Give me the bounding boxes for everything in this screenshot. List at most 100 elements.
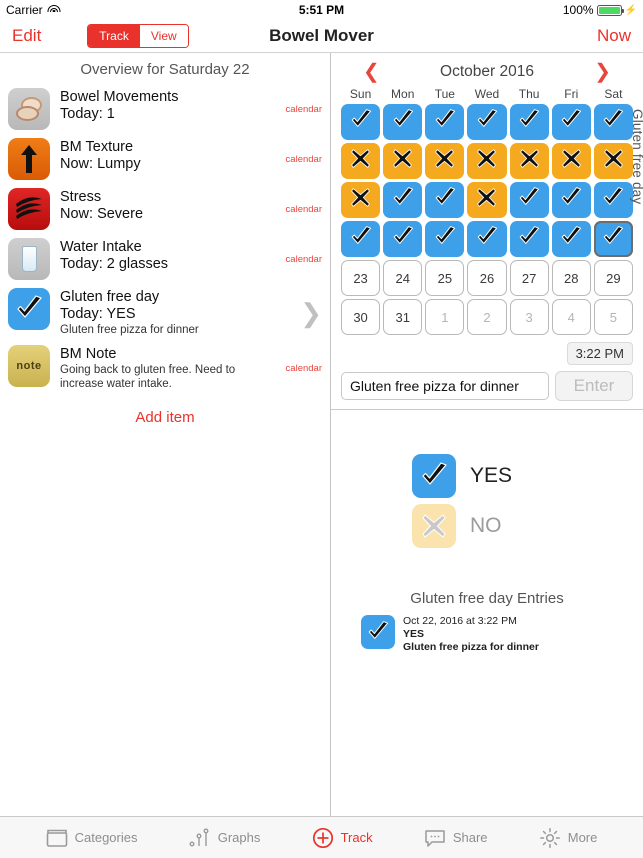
cross-icon — [561, 148, 582, 174]
calendar-day-cell[interactable] — [425, 143, 465, 179]
overview-item-row[interactable]: Water Intake Today: 2 glasses calendar — [0, 234, 330, 284]
enter-button[interactable]: Enter — [555, 371, 633, 401]
overview-item-text: Water Intake Today: 2 glasses — [60, 238, 280, 273]
now-button[interactable]: Now — [597, 26, 631, 46]
overview-item-row[interactable]: Bowel Movements Today: 1 calendar — [0, 84, 330, 134]
tab-more[interactable]: More — [539, 827, 597, 849]
box-icon — [46, 828, 68, 848]
calendar-day-cell[interactable] — [341, 143, 381, 179]
status-bar-right: 100% ⚡ — [563, 3, 637, 17]
cross-icon — [519, 148, 540, 174]
tab-label: Categories — [74, 830, 138, 845]
calendar-day-cell[interactable]: 26 — [467, 260, 507, 296]
lightning-bolt-icon: ⚡ — [624, 4, 637, 16]
calendar-link[interactable]: calendar — [286, 363, 322, 374]
calendar-day-cell[interactable] — [509, 182, 549, 218]
gear-icon — [539, 827, 561, 849]
chevron-left-icon[interactable]: ❮ — [363, 62, 380, 82]
calendar-day-cell[interactable] — [425, 182, 465, 218]
cross-icon — [603, 148, 624, 174]
chevron-right-icon[interactable]: ❯ — [300, 300, 322, 326]
calendar-day-cell[interactable] — [509, 104, 549, 140]
calendar-day-cell[interactable] — [383, 221, 423, 257]
calendar-day-cell[interactable]: 5 — [593, 299, 633, 335]
calendar-day-cell[interactable] — [593, 143, 633, 179]
note-icon: note — [8, 345, 50, 387]
tab-share[interactable]: Share — [424, 828, 488, 848]
tab-categories[interactable]: Categories — [46, 828, 138, 848]
tab-graphs[interactable]: Graphs — [189, 828, 260, 848]
calendar-day-cell[interactable] — [425, 221, 465, 257]
entry-controls: Enter — [341, 371, 633, 401]
choice-no[interactable]: NO — [412, 504, 562, 548]
overview-item-row[interactable]: Stress Now: Severe calendar — [0, 184, 330, 234]
entry-note-input[interactable] — [341, 372, 549, 400]
overview-title: Overview for Saturday 22 — [80, 61, 250, 78]
calendar-day-cell[interactable] — [467, 104, 507, 140]
calendar-day-cell[interactable] — [593, 221, 633, 257]
entry-time-button[interactable]: 3:22 PM — [566, 342, 633, 365]
calendar-day-cell[interactable] — [551, 182, 591, 218]
calendar-day-number: 30 — [353, 309, 368, 325]
calendar-day-cell[interactable] — [509, 143, 549, 179]
calendar-day-cell[interactable]: 28 — [551, 260, 591, 296]
calendar-day-cell[interactable] — [551, 221, 591, 257]
segment-view[interactable]: View — [139, 25, 188, 47]
overview-item-row[interactable]: Gluten free day Today: YES Gluten free piz… — [0, 284, 330, 341]
add-item-button[interactable]: Add item — [0, 395, 330, 440]
calendar-day-cell[interactable] — [425, 104, 465, 140]
calendar-day-cell[interactable]: 25 — [425, 260, 465, 296]
calendar-day-header: Sat — [604, 87, 623, 101]
calendar-day-cell[interactable]: 30 — [341, 299, 381, 335]
calendar-day-cell[interactable] — [341, 104, 381, 140]
calendar-day-cell[interactable]: 3 — [509, 299, 549, 335]
track-view-segmented-control[interactable]: Track View — [87, 24, 189, 48]
calendar-day-cell[interactable]: 23 — [341, 260, 381, 296]
entry-timestamp: Oct 22, 2016 at 3:22 PM — [403, 615, 517, 627]
calendar-day-cell[interactable]: 1 — [425, 299, 465, 335]
calendar-week-row: 30 31 1 2 3 4 5 — [341, 299, 633, 338]
calendar-day-cell[interactable]: 2 — [467, 299, 507, 335]
calendar-day-cell[interactable] — [341, 182, 381, 218]
overview-item-title: Stress — [60, 189, 102, 205]
calendar-day-cell[interactable] — [467, 221, 507, 257]
calendar-day-cell[interactable]: 27 — [509, 260, 549, 296]
calendar-day-number: 23 — [353, 270, 368, 286]
calendar-day-cell[interactable] — [341, 221, 381, 257]
calendar-day-cell[interactable]: 4 — [551, 299, 591, 335]
calendar-day-cell[interactable] — [383, 182, 423, 218]
water-glass-icon — [8, 238, 50, 280]
calendar-day-cell[interactable] — [509, 221, 549, 257]
checkmark-icon — [475, 225, 499, 254]
calendar-day-cell[interactable]: 24 — [383, 260, 423, 296]
calendar-link[interactable]: calendar — [286, 154, 322, 165]
calendar-link[interactable]: calendar — [286, 254, 322, 265]
entry-row[interactable]: Oct 22, 2016 at 3:22 PM YES Gluten free pi… — [331, 607, 643, 654]
calendar-day-cell[interactable] — [593, 182, 633, 218]
tab-track[interactable]: Track — [312, 827, 373, 849]
tab-label: Track — [340, 830, 373, 845]
calendar-day-cell[interactable] — [383, 143, 423, 179]
calendar-day-cell[interactable] — [383, 104, 423, 140]
calendar-day-cell[interactable] — [593, 104, 633, 140]
calendar-day-cell[interactable] — [551, 143, 591, 179]
chevron-right-icon[interactable]: ❯ — [594, 62, 611, 82]
calendar-header: ❮ October 2016 ❯ — [341, 59, 633, 85]
segment-track[interactable]: Track — [88, 25, 140, 47]
battery-percent-label: 100% — [562, 3, 594, 17]
calendar-week-row — [341, 182, 633, 221]
overview-item-row[interactable]: BM Texture Now: Lumpy calendar — [0, 134, 330, 184]
calendar-link[interactable]: calendar — [286, 104, 322, 115]
calendar-day-cell[interactable] — [467, 182, 507, 218]
calendar-day-cell[interactable] — [551, 104, 591, 140]
calendar-day-cell[interactable] — [467, 143, 507, 179]
calendar-link[interactable]: calendar — [286, 204, 322, 215]
calendar-day-cell[interactable]: 31 — [383, 299, 423, 335]
calendar-day-header: Tue — [434, 87, 455, 101]
overview-item-row[interactable]: note BM Note Going back to gluten free. Ne… — [0, 341, 330, 395]
calendar-day-number: 25 — [437, 270, 453, 286]
calendar-day-cell[interactable]: 29 — [593, 260, 633, 296]
calendar-month-label: October 2016 — [440, 63, 534, 80]
choice-yes[interactable]: YES — [412, 454, 562, 498]
edit-button[interactable]: Edit — [12, 26, 41, 46]
